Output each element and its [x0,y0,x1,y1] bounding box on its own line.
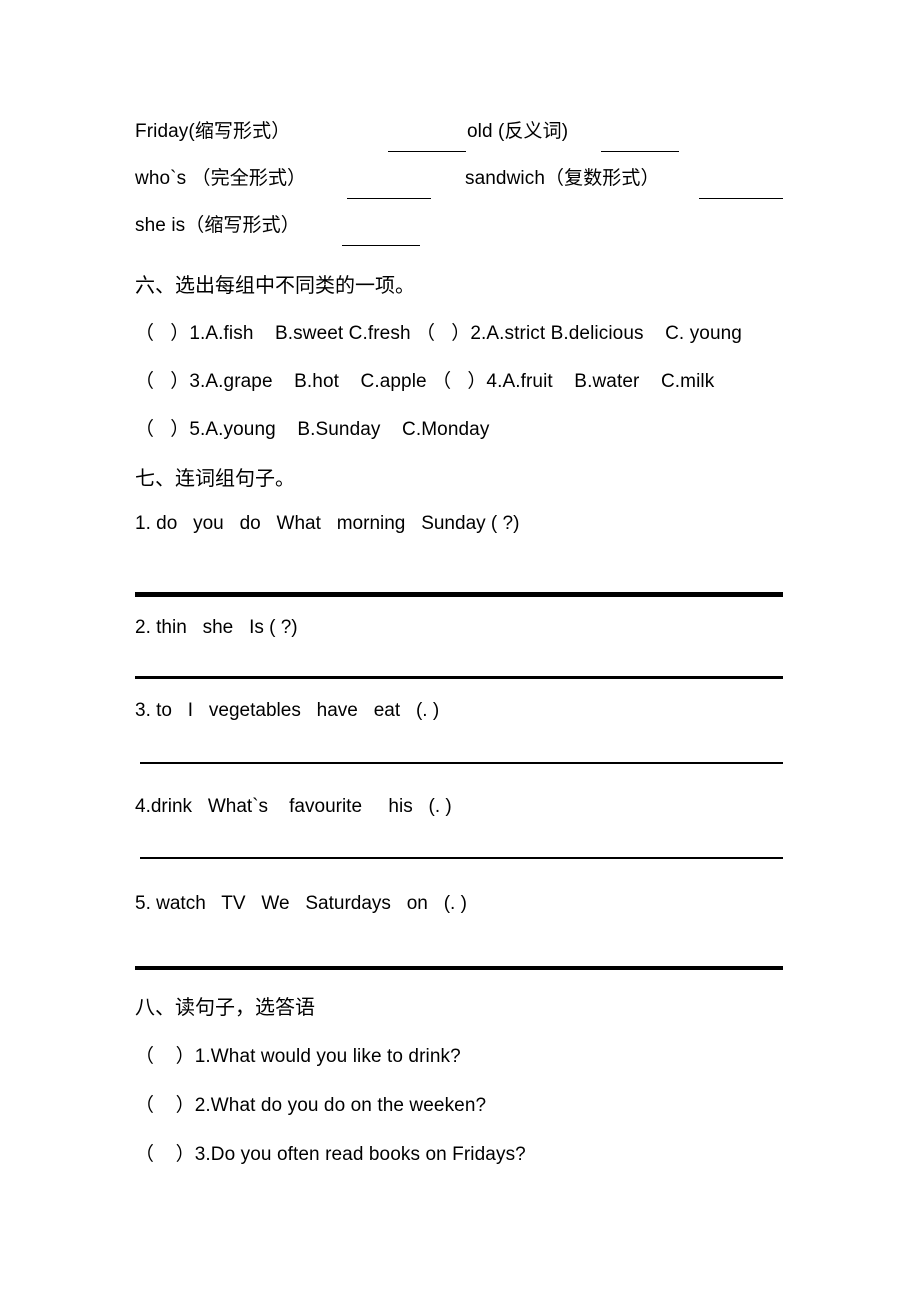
section-eight: 八、读句子，选答语 （ ）1.What would you like to dr… [135,982,785,1179]
word-form-section: Friday(缩写形式） old (反义词) who`s （完全形式） sand… [135,108,785,249]
answer-rule-3[interactable] [140,762,783,764]
section-seven-heading: 七、连词组句子。 [135,466,295,490]
answer-rule-4[interactable] [140,857,783,859]
word-form-prompt-sheis: she is（缩写形式） [135,215,300,236]
answer-rule-2[interactable] [135,676,783,679]
worksheet-page: Friday(缩写形式） old (反义词) who`s （完全形式） sand… [0,0,920,1302]
word-form-blank-friday[interactable] [388,136,466,152]
section-six: 六、选出每组中不同类的一项。 （ ）1.A.fish B.sweet C.fre… [135,260,800,454]
word-form-prompt-sandwich: sandwich（复数形式） [465,168,660,189]
word-form-row-3: she is（缩写形式） [135,202,785,249]
section-eight-item-3[interactable]: （ ）3.Do you often read books on Fridays? [135,1130,785,1179]
word-form-prompt-whos: who`s （完全形式） [135,168,307,189]
section-seven: 七、连词组句子。 [135,453,785,503]
word-form-row-2: who`s （完全形式） sandwich（复数形式） [135,155,785,202]
section-six-heading: 六、选出每组中不同类的一项。 [135,273,415,297]
word-form-prompt-friday: Friday(缩写形式） [135,121,291,142]
word-form-blank-whos[interactable] [347,183,431,199]
section-seven-item-4[interactable]: 4.drink What`s favourite his (. ) [135,796,452,818]
answer-rule-1[interactable] [135,592,783,597]
section-six-item-2[interactable]: （ ）3.A.grape B.hot C.apple （ ）4.A.fruit … [135,358,800,406]
answer-rule-5[interactable] [135,966,783,970]
word-form-blank-sandwich[interactable] [699,183,783,199]
section-six-item-3[interactable]: （ ）5.A.young B.Sunday C.Monday [135,406,800,454]
section-eight-item-2[interactable]: （ ）2.What do you do on the weeken? [135,1081,785,1130]
word-form-blank-old[interactable] [601,136,679,152]
section-seven-item-5[interactable]: 5. watch TV We Saturdays on (. ) [135,893,467,915]
section-six-item-1[interactable]: （ ）1.A.fish B.sweet C.fresh （ ）2.A.stric… [135,310,800,358]
word-form-row-1: Friday(缩写形式） old (反义词) [135,108,785,155]
section-seven-item-1[interactable]: 1. do you do What morning Sunday ( ?) [135,513,519,535]
section-seven-item-2[interactable]: 2. thin she Is ( ?) [135,617,298,639]
section-eight-heading: 八、读句子，选答语 [135,995,315,1019]
word-form-blank-sheis[interactable] [342,230,420,246]
word-form-prompt-old: old (反义词) [467,121,569,142]
section-seven-item-3[interactable]: 3. to I vegetables have eat (. ) [135,700,439,722]
section-eight-item-1[interactable]: （ ）1.What would you like to drink? [135,1032,785,1081]
